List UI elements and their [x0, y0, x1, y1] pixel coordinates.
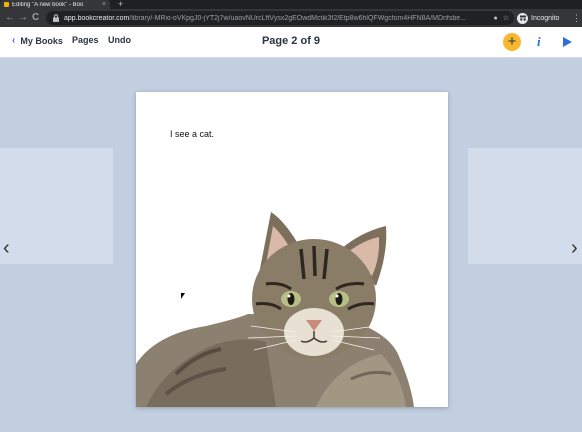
tab-close-icon[interactable]: × — [102, 1, 110, 8]
browser-menu-icon[interactable]: ⋮ — [572, 11, 581, 25]
extension-icon[interactable]: ● — [493, 15, 497, 22]
next-page-preview[interactable] — [468, 148, 582, 264]
address-bar[interactable]: app.bookcreator.com/library/-MRxi-oVKpgJ… — [46, 11, 514, 25]
add-button[interactable]: + — [503, 33, 521, 51]
bookcreator-favicon-icon — [4, 2, 9, 7]
reload-icon[interactable]: C — [32, 11, 39, 25]
app-bar: ‹ My Books Pages Undo Page 2 of 9 + i — [0, 27, 582, 58]
back-arrow-icon[interactable]: ← — [5, 11, 15, 25]
play-icon[interactable] — [563, 37, 572, 47]
incognito-indicator[interactable]: Incognito — [517, 11, 559, 25]
new-tab-button[interactable]: + — [118, 0, 123, 9]
page-text-box[interactable]: I see a cat. — [170, 129, 214, 139]
browser-tab[interactable]: Editing "A new book" - Boo × — [0, 0, 110, 9]
incognito-label: Incognito — [531, 14, 560, 22]
page-indicator: Page 2 of 9 — [261, 35, 321, 47]
cat-photo[interactable] — [136, 204, 448, 407]
forward-arrow-icon[interactable]: → — [18, 11, 28, 25]
next-page-arrow-icon[interactable]: › — [571, 238, 578, 258]
url-host: app.bookcreator.com — [64, 14, 130, 22]
tab-title: Editing "A new book" - Boo — [12, 1, 84, 8]
mouse-cursor-icon — [181, 293, 185, 299]
previous-page-arrow-icon[interactable]: ‹ — [3, 238, 10, 258]
browser-tab-strip: Editing "A new book" - Boo × + — [0, 0, 582, 9]
url-text: app.bookcreator.com/library/-MRxi-oVKpgJ… — [64, 15, 493, 22]
lock-icon — [53, 14, 59, 22]
info-icon[interactable]: i — [537, 34, 541, 50]
browser-toolbar: ← → C app.bookcreator.com/library/-MRxi-… — [0, 9, 582, 27]
url-path: /library/-MRxi-oVKpgJ0-jYT2j7w/uaovNUrcL… — [129, 14, 466, 22]
previous-page-preview[interactable] — [0, 148, 113, 264]
bookmark-star-icon[interactable]: ☆ — [503, 14, 509, 22]
incognito-icon — [517, 12, 528, 24]
book-page[interactable]: I see a cat. — [136, 92, 448, 407]
